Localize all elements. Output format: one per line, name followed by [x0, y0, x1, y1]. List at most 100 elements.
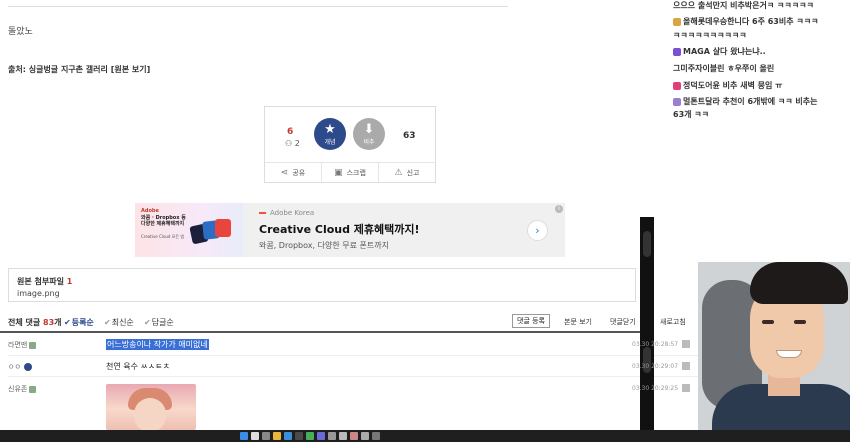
sort-replies[interactable]: ✔답글순 [144, 317, 174, 328]
chat-message: 멀톤트달라 추천이 6개밖에 ㅋㅋ 비추는 [673, 96, 817, 107]
ad-image-headline: 와콤 · Dropbox 등 다양한 제휴혜택까지 [141, 215, 186, 227]
comments-count-suffix: 개 [54, 318, 62, 327]
comment-nick-text: ㅇㅇ [8, 363, 21, 371]
view-post-button[interactable]: 본문 보기 [564, 317, 592, 327]
sort-latest[interactable]: ✔최신순 [104, 317, 134, 328]
vote-actions: ⋖ 공유 ▣ 스크랩 ⚠ 신고 [265, 162, 435, 183]
ad-banner[interactable]: Adobe 와콤 · Dropbox 등 다양한 제휴혜택까지 Creative… [135, 203, 565, 257]
ad-title: Creative Cloud 제휴혜택까지! [259, 223, 420, 236]
ad-description: 와콤, Dropbox, 다양한 무료 폰트까지 [259, 241, 389, 250]
check-icon: ✔ [144, 318, 151, 327]
fixed-vote-icon: ⚇ [285, 139, 293, 148]
downvote-button[interactable]: ⬇ 비추 [353, 118, 385, 150]
report-label: 신고 [406, 169, 420, 177]
chat-message: 정덕도어윤 비추 새벽 뭉임 ㅠ [673, 80, 782, 91]
row-divider [8, 355, 698, 356]
comment-nick[interactable]: ㅇㅇ [8, 362, 32, 372]
refresh-button[interactable]: 새로고침 [660, 317, 686, 327]
vote-box: 6 ⚇ 2 ★ 개념 ⬇ 비추 63 ⋖ 공유 ▣ 스크랩 ⚠ 신고 [264, 106, 436, 183]
delete-icon[interactable] [682, 362, 690, 370]
register-comment-button[interactable]: 댓글 등록 [512, 314, 550, 328]
post-body-text: 돌았노 [8, 27, 33, 37]
comment-nick[interactable]: 라면맨 [8, 340, 37, 350]
ad-app-icons [189, 217, 237, 245]
comments-count: 83 [43, 318, 55, 327]
comments-total: 전체 댓글 83개 [8, 317, 62, 328]
close-comments-button[interactable]: 댓글닫기 [610, 317, 636, 327]
chat-message: 그미주자이블린 ㅎ우쭈이 올린 [673, 64, 775, 73]
sort-registered-label: 등록순 [71, 318, 94, 327]
sort-replies-label: 답글순 [151, 318, 174, 327]
upvote-count: 6 [287, 127, 294, 137]
attachment-heading-label: 원본 첨부파일 [17, 277, 64, 286]
app-icon[interactable] [350, 432, 358, 440]
source-original-link[interactable]: [원본 보기] [111, 65, 151, 74]
taskbar-icons [240, 432, 380, 440]
scrap-icon: ▣ [334, 168, 343, 178]
app-icon[interactable] [295, 432, 303, 440]
ad-image: Adobe 와콤 · Dropbox 등 다양한 제휴혜택까지 Creative… [135, 203, 243, 257]
chat-message-text: 정덕도어윤 비추 새벽 뭉임 ㅠ [683, 81, 783, 90]
taskview-icon[interactable] [262, 432, 270, 440]
delete-icon[interactable] [682, 384, 690, 392]
chat-message-text: 멀톤트달라 추천이 6개밖에 ㅋㅋ 비추는 [683, 97, 818, 106]
windows-icon[interactable] [240, 432, 248, 440]
upvote-label: 개념 [324, 138, 336, 146]
scrap-button[interactable]: ▣ 스크랩 [322, 163, 379, 183]
app-icon[interactable] [328, 432, 336, 440]
chat-message: 으으으 출석만지 비추박은거ㅋ ㅋㅋㅋㅋㅋ [673, 1, 814, 10]
comment-text: 천연 육수 ㅆㅅㅌㅊ [106, 362, 170, 371]
ad-text: Adobe Korea Creative Cloud 제휴혜택까지! 와콤, D… [259, 209, 420, 251]
report-icon: ⚠ [394, 168, 403, 178]
comment-row: 신유존 [8, 381, 638, 399]
app-icon[interactable] [317, 432, 325, 440]
chat-message: 올해롯데우승한니다 6주 63비추 ㅋㅋㅋ [673, 16, 818, 27]
post-source: 출처: 싱글벙글 지구촌 갤러리 [원본 보기] [8, 64, 150, 75]
ad-arrow-button[interactable]: › [527, 220, 548, 241]
share-label: 공유 [292, 169, 306, 177]
search-icon[interactable] [251, 432, 259, 440]
app-icon[interactable] [339, 432, 347, 440]
chat-message: MAGA 살다 왔냐는냐.. [673, 46, 766, 57]
chat-message-text: MAGA 살다 왔냐는냐.. [683, 47, 766, 56]
ad-image-subline: Creative Cloud 모든 앱 [141, 234, 185, 239]
divider [8, 6, 508, 7]
ad-brand: Adobe [141, 208, 159, 214]
comment-image[interactable] [106, 384, 196, 430]
upvote-button[interactable]: ★ 개념 [314, 118, 346, 150]
report-button[interactable]: ⚠ 신고 [379, 163, 435, 183]
post-page: 돌았노 출처: 싱글벙글 지구촌 갤러리 [원본 보기] 6 ⚇ 2 ★ 개념 … [0, 0, 698, 430]
source-gallery-link[interactable]: 싱글벙글 지구촌 갤러리 [29, 65, 108, 74]
chat-badge-icon [673, 81, 681, 90]
source-prefix: 출처: [8, 65, 26, 74]
attachment-heading: 원본 첨부파일 1 [17, 276, 72, 287]
arrow-down-icon: ⬇ [363, 121, 375, 137]
check-icon: ✔ [64, 318, 71, 327]
comments-total-label: 전체 댓글 [8, 318, 41, 327]
ad-source: Adobe Korea [259, 209, 420, 217]
app-icon[interactable] [306, 432, 314, 440]
fixed-upvote-value: 2 [294, 139, 300, 148]
folder-icon[interactable] [273, 432, 281, 440]
sort-registered[interactable]: ✔등록순 [64, 317, 94, 328]
ad-info-icon[interactable]: i [555, 205, 563, 213]
image-face-shape [134, 398, 166, 430]
sort-latest-label: 최신순 [111, 318, 134, 327]
chat-message-text: 올해롯데우승한니다 6주 63비추 ㅋㅋㅋ [683, 17, 819, 26]
browser-icon[interactable] [284, 432, 292, 440]
check-icon: ✔ [104, 318, 111, 327]
chat-badge-icon [673, 47, 681, 56]
chat-message: ㅋㅋㅋㅋㅋㅋㅋㅋㅋㅋ [673, 31, 747, 40]
chat-badge-icon [673, 97, 681, 106]
comment-nick-text: 라면맨 [8, 341, 28, 349]
attachment-count: 1 [66, 277, 73, 286]
app-icon[interactable] [372, 432, 380, 440]
delete-icon[interactable] [682, 340, 690, 348]
member-badge-icon [29, 341, 37, 349]
comment-text: 어느방송이나 작가가 애미없네 [106, 339, 209, 350]
app-icon[interactable] [361, 432, 369, 440]
comment-nick[interactable]: 신유존 [8, 384, 37, 394]
share-button[interactable]: ⋖ 공유 [265, 163, 322, 183]
comments-divider [0, 331, 640, 333]
attachment-file-link[interactable]: image.png [17, 289, 60, 298]
